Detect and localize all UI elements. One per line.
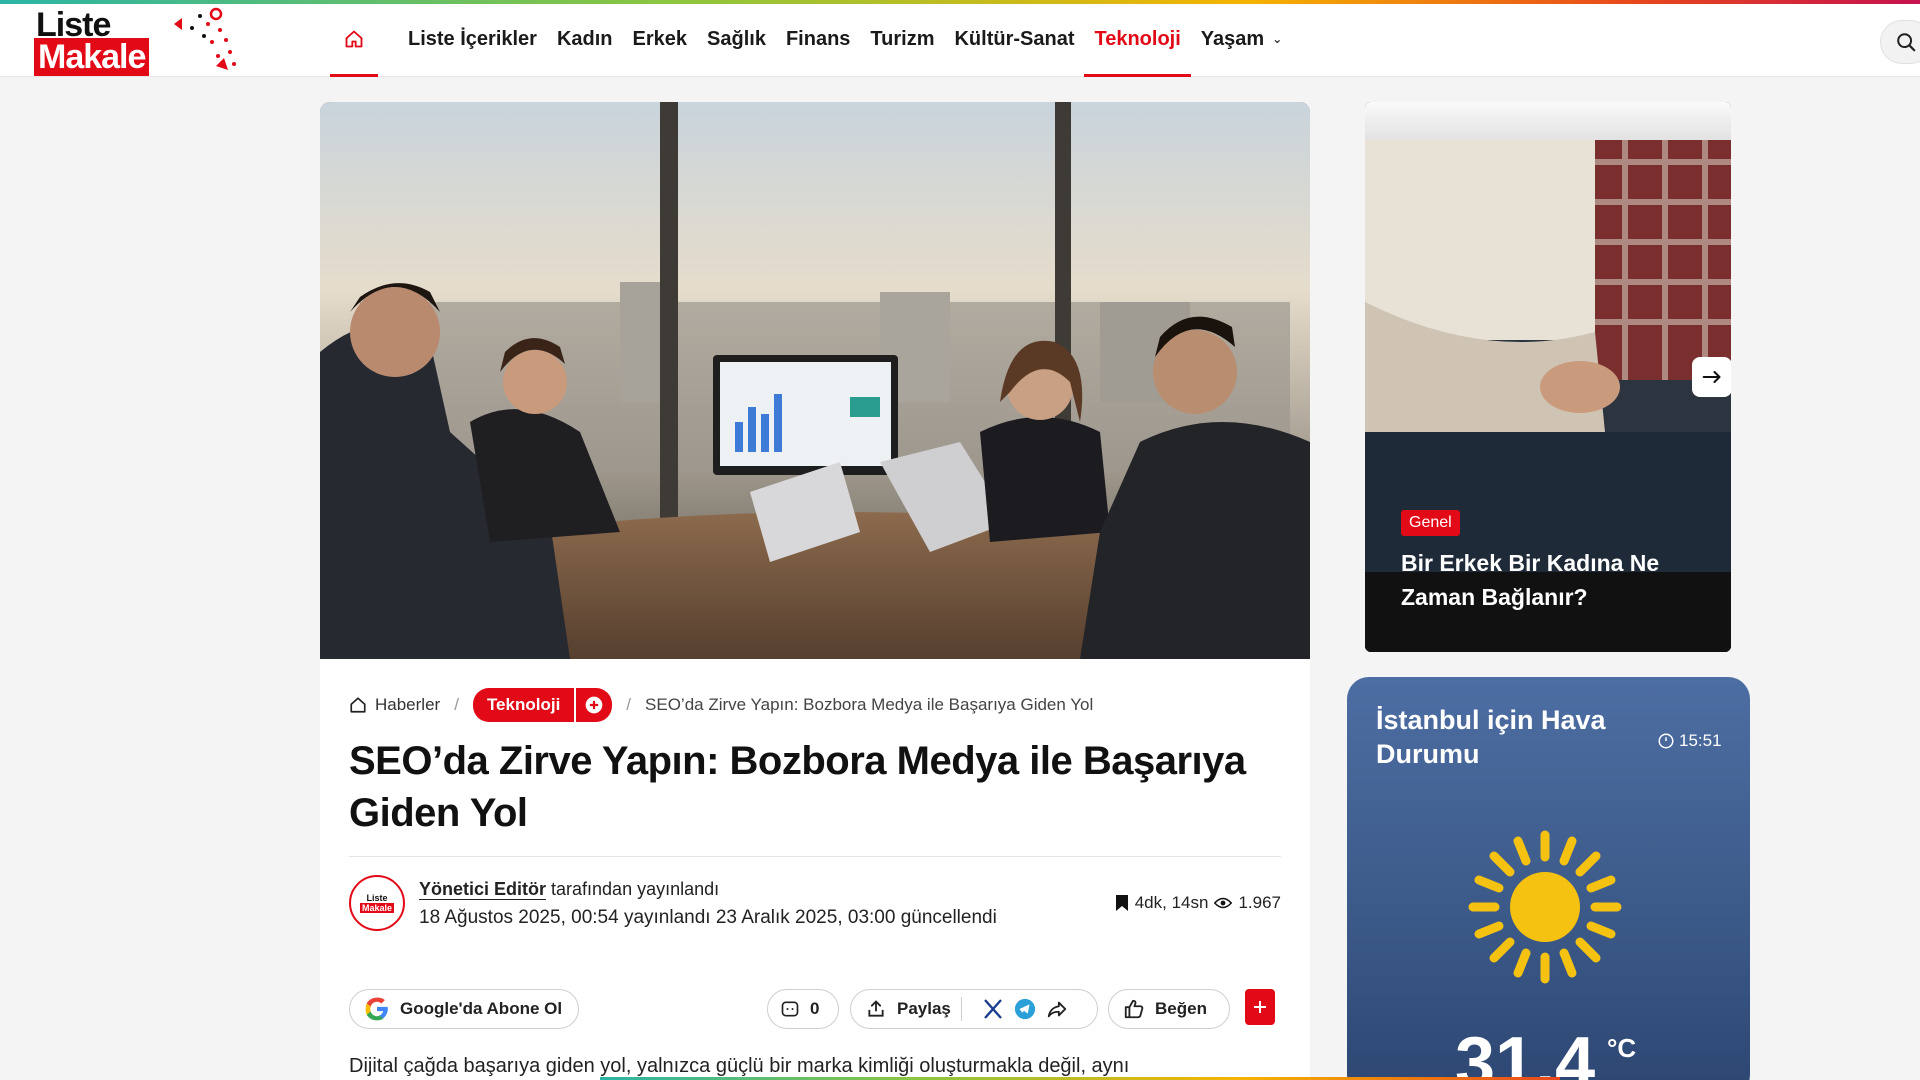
nav-item-erkek[interactable]: Erkek — [633, 4, 688, 77]
featured-post-title[interactable]: Bir Erkek Bir Kadına Ne Zaman Bağlanır? — [1401, 546, 1711, 614]
article-meta: 4dk, 14sn 1.967 — [1115, 893, 1281, 913]
search-button[interactable] — [1880, 20, 1920, 64]
nav-item-teknoloji[interactable]: Teknoloji — [1084, 4, 1191, 77]
x-icon[interactable] — [982, 998, 1004, 1020]
weather-widget: İstanbul için Hava Durumu 15:51 31,4 °C — [1347, 677, 1750, 1080]
plus-icon — [585, 696, 603, 714]
share-group: Paylaş — [850, 989, 1098, 1029]
arrow-right-icon — [1702, 371, 1721, 383]
next-slide-button[interactable] — [1692, 357, 1731, 397]
avatar-line1: Liste — [366, 893, 388, 903]
nav-item-finans[interactable]: Finans — [786, 4, 850, 77]
share-divider — [960, 997, 962, 1021]
clock-icon — [1658, 733, 1674, 749]
breadcrumb-home[interactable]: Haberler — [375, 695, 440, 715]
plus-icon — [1254, 1001, 1266, 1013]
breadcrumb-current: SEO’da Zirve Yapın: Bozbora Medya ile Ba… — [645, 695, 1094, 714]
breadcrumb: Haberler / Teknoloji / SEO’da Zirve Yapı… — [349, 688, 1094, 722]
site-logo[interactable]: Liste Makale — [34, 6, 244, 76]
view-count: 1.967 — [1238, 893, 1281, 912]
publish-dates: 18 Ağustos 2025, 00:54 yayınlandı 23 Ara… — [419, 907, 997, 928]
like-button[interactable]: Beğen — [1108, 989, 1230, 1029]
main-nav: Liste İçerikler Kadın Erkek Sağlık Finan… — [330, 4, 1302, 77]
home-icon — [350, 697, 366, 713]
article-intro: Dijital çağda başarıya giden yol, yalnız… — [349, 1055, 1130, 1077]
hero-image — [320, 102, 1310, 659]
comment-icon — [781, 1001, 799, 1017]
comment-count: 0 — [810, 999, 820, 1018]
home-icon — [345, 30, 363, 48]
read-time: 4dk, 14sn — [1134, 893, 1209, 912]
telegram-icon[interactable] — [1014, 998, 1036, 1020]
nav-item-liste-icerikler[interactable]: Liste İçerikler — [408, 4, 537, 77]
site-header: Liste Makale Liste İçerikler Kadın Erkek… — [0, 4, 1920, 77]
weather-time-value: 15:51 — [1679, 731, 1722, 750]
breadcrumb-category[interactable]: Teknoloji — [472, 688, 575, 722]
nav-item-saglik[interactable]: Sağlık — [707, 4, 766, 77]
google-subscribe-label: Google'da Abone Ol — [400, 999, 563, 1018]
comments-button[interactable]: 0 — [767, 989, 839, 1029]
google-subscribe-button[interactable]: Google'da Abone Ol — [349, 989, 579, 1029]
google-icon — [365, 997, 388, 1021]
chevron-down-icon: ⌄ — [1272, 32, 1283, 46]
card-top-fade — [1365, 102, 1731, 140]
logo-line2: Makale — [34, 38, 150, 76]
bookmark-icon — [1115, 895, 1128, 911]
forward-icon[interactable] — [1046, 998, 1068, 1020]
article-actions: Google'da Abone Ol 0 Paylaş Beğen — [349, 989, 1281, 1029]
nav-home[interactable] — [330, 4, 378, 77]
nav-item-kultur-sanat[interactable]: Kültür-Sanat — [954, 4, 1074, 77]
follow-category-button[interactable] — [576, 688, 613, 722]
nav-item-yasam-label: Yaşam — [1200, 27, 1265, 50]
featured-post-card[interactable]: Genel Bir Erkek Bir Kadına Ne Zaman Bağl… — [1365, 102, 1731, 652]
category-badge[interactable]: Genel — [1401, 510, 1460, 536]
weather-time: 15:51 — [1657, 731, 1722, 751]
nav-item-turizm[interactable]: Turizm — [870, 4, 934, 77]
search-icon — [1897, 33, 1916, 52]
thumbs-up-icon — [1124, 999, 1144, 1019]
author-block: Liste Makale Yönetici Editör tarafından … — [349, 875, 1281, 937]
author-name-link[interactable]: Yönetici Editör — [419, 879, 547, 900]
nav-item-yasam[interactable]: Yaşam ⌄ — [1201, 4, 1282, 77]
weather-title: İstanbul için Hava Durumu — [1376, 705, 1606, 769]
bookmark-button[interactable] — [1245, 989, 1275, 1025]
article-panel: Haberler / Teknoloji / SEO’da Zirve Yapı… — [320, 659, 1310, 1080]
sun-icon — [1468, 830, 1622, 984]
author-line: Yönetici Editör tarafından yayınlandı — [419, 879, 719, 900]
breadcrumb-separator: / — [454, 695, 459, 714]
eye-icon — [1214, 897, 1233, 909]
temperature-value: 31,4 — [1455, 1023, 1596, 1080]
author-suffix: tarafından yayınlandı — [546, 879, 720, 899]
share-label[interactable]: Paylaş — [897, 999, 951, 1019]
title-divider — [349, 856, 1281, 857]
article-title: SEO’da Zirve Yapın: Bozbora Medya ile Ba… — [349, 739, 1246, 835]
avatar[interactable]: Liste Makale — [349, 875, 405, 931]
avatar-line2: Makale — [359, 903, 395, 913]
nav-item-kadin[interactable]: Kadın — [557, 4, 613, 77]
like-label: Beğen — [1155, 999, 1207, 1018]
share-icon[interactable] — [865, 999, 887, 1019]
breadcrumb-separator: / — [626, 695, 632, 714]
logo-confetti-icon — [174, 7, 236, 70]
temperature-unit: °C — [1607, 1033, 1637, 1063]
